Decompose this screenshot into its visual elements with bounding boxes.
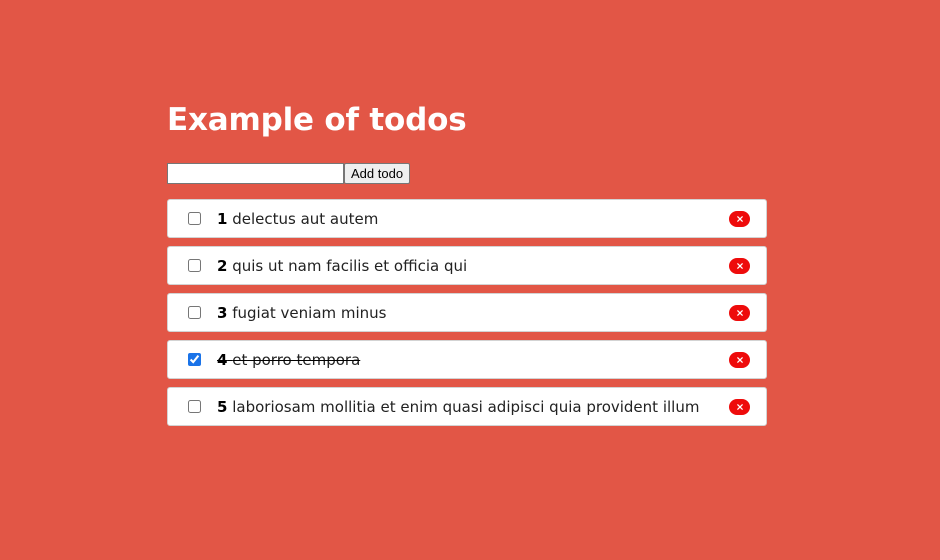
todo-title: delectus aut autem — [232, 209, 379, 228]
todo-checkbox[interactable] — [188, 306, 201, 319]
todo-text: 2 quis ut nam facilis et officia qui — [217, 257, 467, 275]
todo-item: 2 quis ut nam facilis et officia qui — [167, 246, 767, 285]
todo-id: 1 — [217, 209, 228, 228]
add-todo-form: Add todo — [167, 163, 767, 184]
todo-item: 3 fugiat veniam minus — [167, 293, 767, 332]
delete-todo-button[interactable] — [729, 257, 750, 274]
todo-id: 5 — [217, 397, 228, 416]
todo-list: 1 delectus aut autem 2 quis ut nam facil… — [167, 199, 767, 426]
delete-todo-button[interactable] — [729, 351, 750, 368]
delete-todo-button[interactable] — [729, 210, 750, 227]
todo-checkbox[interactable] — [188, 259, 201, 272]
todo-title: laboriosam mollitia et enim quasi adipis… — [232, 397, 700, 416]
todo-text: 5 laboriosam mollitia et enim quasi adip… — [217, 398, 699, 416]
todo-input[interactable] — [167, 163, 344, 184]
todo-checkbox[interactable] — [188, 400, 201, 413]
todo-id: 3 — [217, 303, 228, 322]
close-icon — [736, 403, 743, 410]
close-icon — [736, 309, 743, 316]
todo-checkbox[interactable] — [188, 212, 201, 225]
close-icon — [736, 215, 743, 222]
close-icon — [736, 262, 743, 269]
close-icon — [736, 356, 743, 363]
todo-text: 1 delectus aut autem — [217, 210, 378, 228]
todo-text: 3 fugiat veniam minus — [217, 304, 387, 322]
add-todo-button[interactable]: Add todo — [344, 163, 411, 184]
todo-app: Example of todos Add todo 1 delectus aut… — [167, 100, 767, 434]
todo-checkbox[interactable] — [188, 353, 201, 366]
todo-id: 2 — [217, 256, 228, 275]
todo-item: 4 et porro tempora — [167, 340, 767, 379]
todo-text: 4 et porro tempora — [217, 351, 360, 369]
todo-id: 4 — [217, 350, 228, 369]
todo-title: et porro tempora — [232, 350, 361, 369]
todo-item: 5 laboriosam mollitia et enim quasi adip… — [167, 387, 767, 426]
delete-todo-button[interactable] — [729, 304, 750, 321]
delete-todo-button[interactable] — [729, 398, 750, 415]
todo-title: quis ut nam facilis et officia qui — [232, 256, 468, 275]
page-title: Example of todos — [167, 102, 467, 138]
todo-title: fugiat veniam minus — [232, 303, 387, 322]
todo-item: 1 delectus aut autem — [167, 199, 767, 238]
